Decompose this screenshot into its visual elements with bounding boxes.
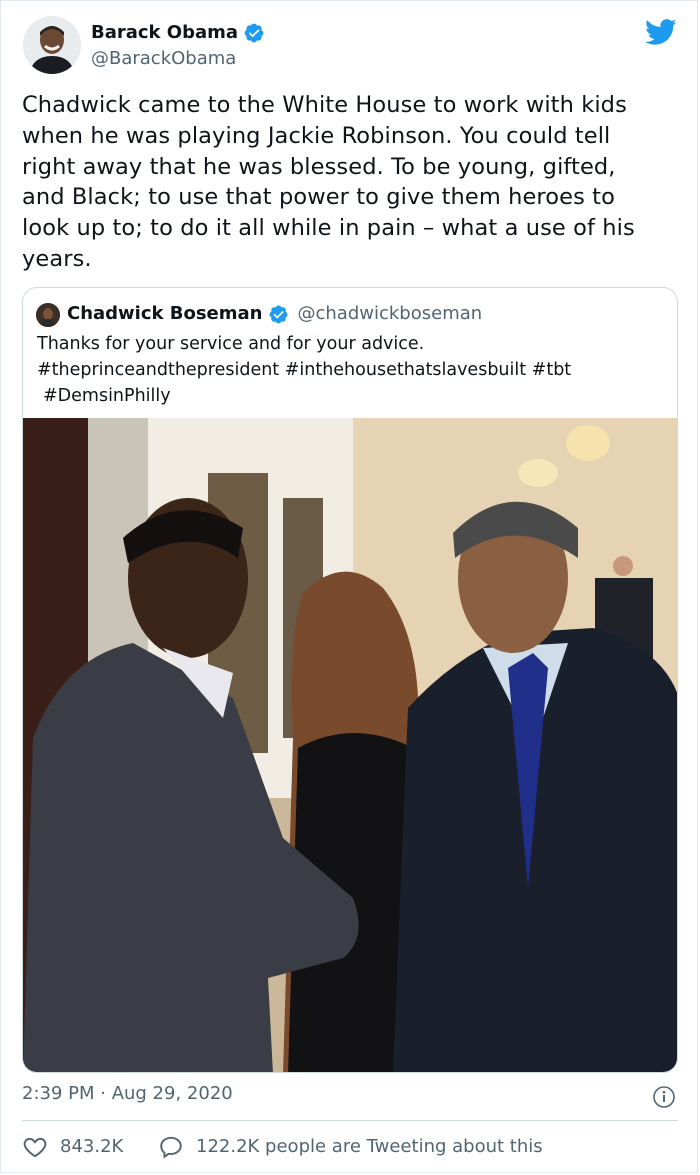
tweet-timestamp[interactable]: 2:39 PM · Aug 29, 2020 — [22, 1083, 233, 1105]
twitter-bird-icon[interactable] — [645, 16, 677, 48]
info-icon[interactable] — [652, 1085, 676, 1109]
tweet-line: look up to; to do it all while in pain –… — [22, 215, 635, 242]
conversation-link[interactable]: 122.2K people are Tweeting about this — [158, 1134, 543, 1160]
tweet-line: and Black; to use that power to give the… — [22, 184, 615, 211]
tweet-line: Chadwick came to the White House to work… — [22, 92, 627, 118]
quoted-line: Thanks for your service and for your adv… — [37, 334, 425, 354]
author-name[interactable]: Barack Obama — [91, 22, 238, 44]
tweet-line: when he was playing Jackie Robinson. You… — [22, 122, 611, 149]
divider — [22, 1120, 678, 1121]
quoted-author-name: Chadwick Boseman — [67, 303, 263, 324]
like-button[interactable]: 843.2K — [22, 1134, 123, 1160]
quoted-tweet[interactable]: Chadwick Boseman @chadwickboseman Thanks… — [22, 287, 678, 1073]
tweet-line: right away that he was blessed. To be yo… — [22, 153, 616, 180]
verified-badge-icon — [244, 23, 264, 43]
quoted-author-avatar — [36, 303, 60, 327]
tweet-line: years. — [22, 245, 92, 272]
author-avatar[interactable] — [23, 16, 81, 74]
heart-icon — [23, 1137, 47, 1158]
verified-badge-icon — [269, 305, 287, 323]
quoted-author-handle: @chadwickboseman — [297, 303, 483, 324]
conversation-count: 122.2K people are Tweeting about this — [196, 1136, 543, 1157]
quoted-tweet-body: Thanks for your service and for your adv… — [37, 331, 657, 409]
hashtag-line: #theprinceandthepresident #inthehousetha… — [37, 360, 572, 380]
author-handle[interactable]: @BarackObama — [91, 48, 236, 70]
speech-bubble-icon — [160, 1136, 182, 1159]
like-count: 843.2K — [60, 1136, 124, 1157]
hashtag-line: #DemsinPhilly — [43, 386, 171, 406]
tweet-body: Chadwick came to the White House to work… — [22, 90, 682, 275]
quoted-tweet-photo[interactable] — [23, 418, 678, 1073]
